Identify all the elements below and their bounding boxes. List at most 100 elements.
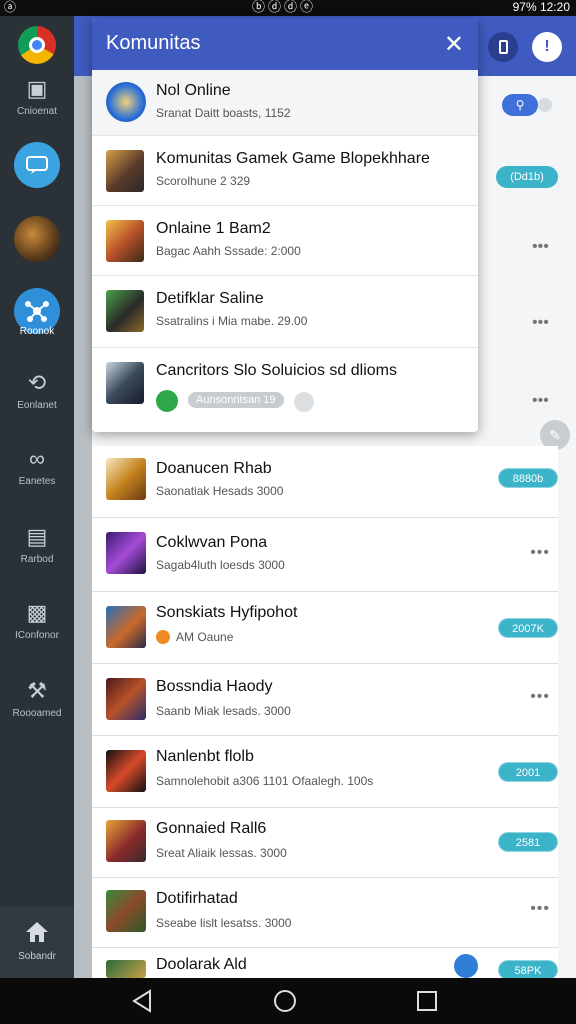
rail-item-home[interactable]: Sobandr (0, 906, 74, 978)
list-item-title: Coklwvan Pona (156, 534, 268, 551)
search-clear-icon[interactable] (538, 98, 552, 112)
list-item-subtitle: Saonatiak Hesads 3000 (156, 484, 284, 498)
online-status-icon (156, 630, 170, 644)
game-thumbnail (106, 820, 146, 862)
join-badge-top[interactable]: (Dd1b) (496, 166, 558, 188)
join-badge[interactable]: 8880b (498, 468, 558, 488)
game-thumbnail (106, 750, 146, 792)
status-notification-icons: ⓑⓓⓓⓔ (252, 0, 317, 14)
rail-item-entertainment[interactable]: ⟲ Eonlanet (0, 370, 74, 411)
verified-icon (454, 954, 478, 978)
rail-item-content[interactable]: ▣ Cnioenat (0, 76, 74, 117)
list-item[interactable]: Bossndia Haody Saanb Miak lesads. 3000 •… (92, 664, 558, 736)
list-item-subtitle: Samnolehobit a306 1101 Ofaalegh. 100s (156, 774, 374, 788)
game-thumbnail (106, 362, 144, 404)
rail-item-browser[interactable] (0, 26, 74, 64)
panel-item-subtitle: Ssatralins i Mia mabe. 29.00 (156, 314, 308, 328)
rail-label: Roonok (19, 326, 55, 337)
home-button[interactable] (273, 988, 299, 1014)
more-dots-icon[interactable]: ••• (532, 314, 549, 332)
list-item-title: Dotifirhatad (156, 890, 238, 907)
join-badge[interactable]: 58PK (498, 960, 558, 980)
rail-item-board[interactable]: ▤ Rarbod (0, 524, 74, 565)
panel-item-tag: Aunsonntsan 19 (188, 392, 284, 408)
more-dots-icon[interactable]: ••• (530, 900, 550, 918)
back-icon (132, 989, 151, 1013)
list-item[interactable]: Doanucen Rhab Saonatiak Hesads 3000 8880… (92, 446, 558, 518)
game-thumbnail (106, 220, 144, 262)
panel-list-item[interactable]: Detifklar Saline Ssatralins i Mia mabe. … (92, 276, 478, 348)
community-avatar (106, 82, 146, 122)
list-item-subtitle: Saanb Miak lesads. 3000 (156, 704, 291, 718)
side-rail: ▣ Cnioenat Roonok ⟲ Eonlanet ∞ Eanetes ▤… (0, 16, 74, 978)
list-item-subtitle: Sseabe lislt lesatss. 3000 (156, 916, 292, 930)
game-thumbnail (106, 890, 146, 932)
panel-header: Komunitas ✕ (92, 18, 478, 70)
phone-button[interactable] (488, 32, 518, 62)
game-thumbnail (106, 960, 146, 978)
info-icon: ! (544, 38, 550, 55)
system-nav-bar (0, 978, 576, 1024)
list-item[interactable]: Dotifirhatad Sseabe lislt lesatss. 3000 … (92, 878, 558, 948)
rail-label: Roooamed (12, 708, 62, 719)
more-dots-icon[interactable]: ••• (530, 544, 550, 562)
join-badge[interactable]: 2007K (498, 618, 558, 638)
more-dots-icon[interactable]: ••• (530, 688, 550, 706)
game-avatar (14, 216, 60, 262)
list-item[interactable]: Gonnaied Rall6 Sreat Aliaik lessas. 3000… (92, 808, 558, 878)
screen-icon: ▩ (26, 600, 48, 625)
recents-icon (417, 991, 437, 1011)
rail-label: Rarbod (20, 554, 54, 565)
back-button[interactable] (130, 988, 156, 1014)
profile-button[interactable]: ! (532, 32, 562, 62)
panel-list-item[interactable]: Komunitas Gamek Game Blopekhhare Scorolh… (92, 136, 478, 206)
edit-icon: ✎ (549, 426, 561, 443)
rail-home-label: Sobandr (18, 951, 56, 962)
game-thumbnail (106, 606, 146, 648)
rail-label: IConfonor (15, 630, 59, 641)
chat-icon (14, 142, 60, 188)
panel-item-title: Cancritors Slo Soluicios sd dlioms (156, 362, 397, 379)
panel-item-title: Onlaine 1 Bam2 (156, 220, 271, 237)
join-badge[interactable]: 2581 (498, 832, 558, 852)
panel-item-title: Komunitas Gamek Game Blopekhhare (156, 150, 430, 167)
rail-item-connections[interactable]: ∞ Eanetes (0, 446, 74, 487)
link-icon: ∞ (29, 446, 45, 471)
home-circle-icon (274, 990, 296, 1012)
list-item[interactable]: Nanlenbt flolb Samnolehobit a306 1101 Of… (92, 736, 558, 808)
search-button[interactable]: ⚲ (502, 94, 538, 116)
status-icon (156, 390, 178, 412)
join-badge[interactable]: 2001 (498, 762, 558, 782)
recents-button[interactable] (415, 988, 441, 1014)
panel-title: Komunitas (106, 32, 201, 54)
rail-item-recommended[interactable]: ⚒ Roooamed (0, 678, 74, 719)
search-icon: ⚲ (515, 98, 525, 112)
close-icon[interactable]: ✕ (444, 30, 464, 59)
list-item-title: Gonnaied Rall6 (156, 820, 267, 837)
panel-list-item[interactable]: Cancritors Slo Soluicios sd dlioms Aunso… (92, 348, 478, 432)
panel-list-item[interactable]: Nol Online Sranat Daitt boasts, 1152 (92, 70, 478, 136)
settings-icon[interactable] (294, 392, 314, 412)
game-thumbnail (106, 458, 146, 500)
more-dots-icon[interactable]: ••• (532, 392, 549, 410)
rail-item-game-avatar[interactable] (0, 216, 74, 262)
more-dots-icon[interactable]: ••• (532, 238, 549, 256)
list-item[interactable]: Coklwvan Pona Sagab4luth loesds 3000 ••• (92, 518, 558, 592)
panel-item-subtitle: Sranat Daitt boasts, 1152 (156, 106, 291, 120)
community-panel: Komunitas ✕ Nol Online Sranat Daitt boas… (92, 18, 478, 432)
list-item-subtitle: Sagab4luth loesds 3000 (156, 558, 285, 572)
status-left: ⓐ (4, 0, 17, 14)
list-item[interactable]: Sonskiats Hyfipohot AM Oaune 2007K (92, 592, 558, 664)
rail-item-conference[interactable]: ▩ IConfonor (0, 600, 74, 641)
list-item-subtitle: Sreat Aliaik lessas. 3000 (156, 846, 287, 860)
list-item[interactable]: Doolarak Ald 58PK (92, 948, 558, 980)
game-thumbnail (106, 150, 144, 192)
panel-list-item[interactable]: Onlaine 1 Bam2 Bagac Aahh Sssade: 2:000 (92, 206, 478, 276)
panel-item-title: Detifklar Saline (156, 290, 264, 307)
left-strip (74, 76, 92, 978)
list-item-subtitle: AM Oaune (176, 630, 234, 644)
game-thumbnail (106, 678, 146, 720)
panel-item-title: Nol Online (156, 82, 231, 99)
rail-item-network[interactable]: Roonok (0, 288, 74, 337)
rail-item-chat[interactable] (0, 142, 74, 188)
